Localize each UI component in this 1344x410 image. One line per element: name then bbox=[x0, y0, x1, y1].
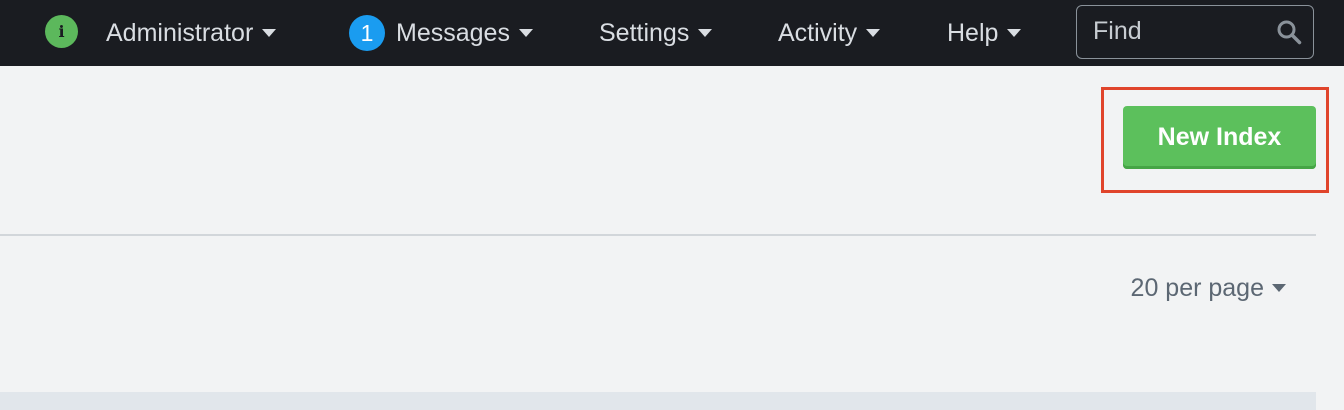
new-index-label: New Index bbox=[1157, 123, 1282, 151]
nav-settings-menu[interactable]: Settings bbox=[599, 0, 713, 66]
nav-messages-menu[interactable]: 1 Messages bbox=[349, 0, 533, 66]
nav-administrator-label: Administrator bbox=[106, 18, 254, 47]
caret-down-icon bbox=[1007, 29, 1022, 37]
per-page-dropdown[interactable]: 20 per page bbox=[1131, 271, 1286, 305]
nav-messages-label: Messages bbox=[396, 18, 510, 47]
nav-activity-label: Activity bbox=[778, 18, 858, 47]
caret-down-icon bbox=[1272, 284, 1286, 292]
section-divider bbox=[0, 234, 1316, 236]
caret-down-icon bbox=[518, 29, 533, 37]
caret-down-icon bbox=[262, 29, 277, 37]
top-navigation-bar: i Administrator 1 Messages Settings Acti… bbox=[0, 0, 1344, 66]
nav-settings-label: Settings bbox=[599, 18, 690, 47]
info-icon[interactable]: i bbox=[45, 15, 78, 48]
info-icon-glyph: i bbox=[58, 22, 65, 41]
search-icon[interactable] bbox=[1276, 19, 1302, 45]
nav-activity-menu[interactable]: Activity bbox=[778, 0, 881, 66]
caret-down-icon bbox=[698, 29, 713, 37]
per-page-label: 20 per page bbox=[1130, 273, 1264, 302]
messages-count-badge: 1 bbox=[349, 15, 385, 51]
nav-administrator-menu[interactable]: Administrator bbox=[106, 0, 277, 66]
nav-help-menu[interactable]: Help bbox=[947, 0, 1022, 66]
find-search-box bbox=[1076, 5, 1314, 59]
caret-down-icon bbox=[866, 29, 881, 37]
find-search-input[interactable] bbox=[1093, 6, 1263, 57]
new-index-button[interactable]: New Index bbox=[1123, 106, 1316, 169]
nav-help-label: Help bbox=[947, 18, 999, 47]
table-header-row bbox=[0, 392, 1316, 410]
